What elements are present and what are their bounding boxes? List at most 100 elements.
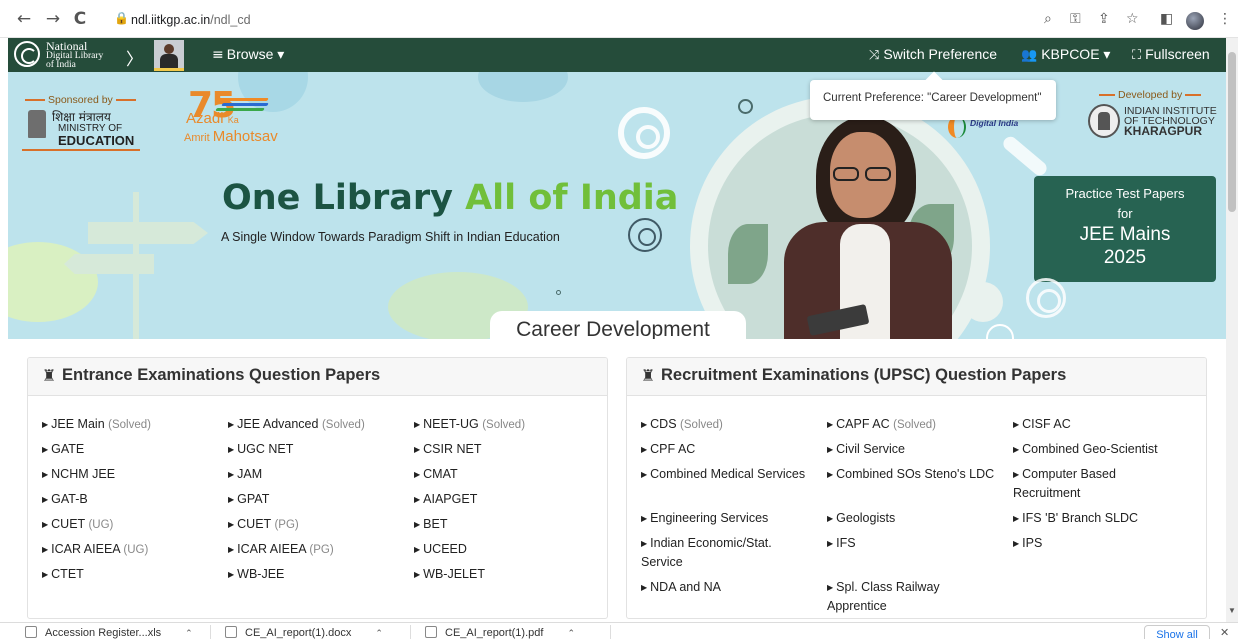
exam-link[interactable]: ▶ NDA and NA <box>641 578 819 597</box>
exam-label: CTET <box>51 567 84 581</box>
caret-right-icon: ▶ <box>1013 470 1020 479</box>
exam-link[interactable]: ▶ Engineering Services <box>641 509 819 528</box>
exam-link[interactable]: ▶ IFS 'B' Branch SLDC <box>1013 509 1191 528</box>
forward-icon[interactable]: → <box>43 9 63 29</box>
ndl-logo-text[interactable]: National Digital Library of India <box>46 40 103 70</box>
star-icon[interactable]: ☆ <box>1126 11 1139 27</box>
exam-link[interactable]: ▶ CUET (PG) <box>228 515 406 535</box>
caret-right-icon: ▶ <box>641 470 648 479</box>
exam-link[interactable]: ▶ CSIR NET <box>414 440 592 459</box>
exam-note: (Solved) <box>321 419 365 431</box>
user-menu[interactable]: 👥 KBPCOE ▾ <box>1021 46 1110 63</box>
address-bar[interactable]: 🔒 ndl.iitkgp.ac.in/ndl_cd <box>100 8 1120 32</box>
exam-link[interactable]: ▶ UCEED <box>414 540 592 559</box>
caret-right-icon: ▶ <box>42 470 49 479</box>
exam-link[interactable]: ▶ UGC NET <box>228 440 406 459</box>
sponsored-by-label: Sponsored by <box>22 94 139 106</box>
chevron-up-icon[interactable]: ⌃ <box>185 629 193 639</box>
site-navbar: National Digital Library of India 〉 ≡ Bro… <box>8 38 1226 72</box>
scrollbar-thumb[interactable] <box>1228 52 1236 212</box>
zoom-icon[interactable]: ⌕ <box>1044 11 1052 27</box>
lock-icon[interactable]: 🔒 <box>114 11 129 25</box>
exam-link[interactable]: ▶ CUET (UG) <box>42 515 220 535</box>
exam-label: GATE <box>51 442 85 456</box>
exam-link[interactable]: ▶ Geologists <box>827 509 1005 528</box>
page-scrollbar[interactable]: ▼ <box>1226 38 1238 622</box>
download-item[interactable]: CE_AI_report(1).pdf ⌃ <box>425 626 575 639</box>
download-item[interactable]: CE_AI_report(1).docx ⌃ <box>225 626 383 639</box>
exam-link[interactable]: ▶ Civil Service <box>827 440 1005 459</box>
exam-label: AIAPGET <box>423 492 478 506</box>
exam-link[interactable]: ▶ WB-JEE <box>228 565 406 584</box>
chevron-up-icon[interactable]: ⌃ <box>375 629 383 639</box>
url-text[interactable]: ndl.iitkgp.ac.in/ndl_cd <box>131 13 251 27</box>
caret-right-icon: ▶ <box>827 470 834 479</box>
reload-icon[interactable]: C <box>70 9 90 29</box>
divider <box>610 625 611 639</box>
exam-label: CPF AC <box>650 442 696 456</box>
exam-link[interactable]: ▶ CMAT <box>414 465 592 484</box>
download-item[interactable]: Accession Register...xls ⌃ <box>25 626 193 639</box>
practice-card-line-4: 2025 <box>1103 247 1147 268</box>
chevron-right-icon[interactable]: 〉 <box>126 45 143 70</box>
exam-link[interactable]: ▶ GPAT <box>228 490 406 509</box>
exam-link[interactable]: ▶ Computer Based Recruitment <box>1013 465 1191 503</box>
exam-link[interactable]: ▶ Indian Economic/Stat. Service <box>641 534 819 572</box>
exam-link[interactable]: ▶ CTET <box>42 565 220 584</box>
switch-preference-button[interactable]: ⤨ Switch Preference <box>869 46 997 63</box>
show-all-button[interactable]: Show all <box>1144 625 1210 639</box>
exam-label: IPS <box>1022 536 1043 550</box>
exam-link[interactable]: ▶ GAT-B <box>42 490 220 509</box>
exam-link[interactable]: ▶ BET <box>414 515 592 534</box>
exam-link[interactable]: ▶ JAM <box>228 465 406 484</box>
exam-link[interactable]: ▶ JEE Advanced (Solved) <box>228 415 406 435</box>
caret-right-icon: ▶ <box>827 445 834 454</box>
practice-papers-card[interactable]: Practice Test Papers for JEE Mains 2025 <box>1034 176 1216 282</box>
exam-label: CSIR NET <box>423 442 482 456</box>
exam-note: (UG) <box>123 544 149 556</box>
close-icon[interactable]: ✕ <box>1220 626 1229 639</box>
ndl-logo-icon[interactable] <box>14 41 40 67</box>
mascot-image[interactable] <box>154 40 184 71</box>
caret-right-icon: ▶ <box>42 495 49 504</box>
caret-right-icon: ▶ <box>827 583 834 592</box>
exam-link[interactable]: ▶ CDS (Solved) <box>641 415 819 435</box>
fullscreen-button[interactable]: ⛶ Fullscreen <box>1132 46 1210 63</box>
exam-link[interactable]: ▶ NEET-UG (Solved) <box>414 415 592 435</box>
download-filename: Accession Register...xls <box>45 627 162 639</box>
exam-link[interactable]: ▶ ICAR AIEEA (UG) <box>42 540 220 560</box>
exam-label: IFS 'B' Branch SLDC <box>1022 511 1139 525</box>
back-icon[interactable]: ← <box>14 9 34 29</box>
share-icon[interactable]: ⇪ <box>1098 11 1110 27</box>
exam-link[interactable]: ▶ AIAPGET <box>414 490 592 509</box>
exam-link[interactable]: ▶ CAPF AC (Solved) <box>827 415 1005 435</box>
chevron-up-icon[interactable]: ⌃ <box>567 629 575 639</box>
exam-link[interactable]: ▶ Spl. Class Railway Apprentice <box>827 578 1005 616</box>
menu-icon[interactable]: ⋮ <box>1218 11 1232 27</box>
browse-menu[interactable]: ≡ Browse ▾ <box>212 46 284 63</box>
iit-kgp-emblem-icon <box>1088 104 1120 138</box>
exam-link[interactable]: ▶ ICAR AIEEA (PG) <box>228 540 406 560</box>
exam-link[interactable]: ▶ Combined Geo-Scientist <box>1013 440 1191 459</box>
side-panel-icon[interactable]: ◧ <box>1160 11 1173 27</box>
exam-link[interactable]: ▶ CISF AC <box>1013 415 1191 434</box>
browser-toolbar: ← → C 🔒 ndl.iitkgp.ac.in/ndl_cd ⌕ ⚿ ⇪ ☆ … <box>0 0 1238 38</box>
exam-note: (PG) <box>274 519 299 531</box>
scroll-down-icon[interactable]: ▼ <box>1228 606 1236 615</box>
exam-link[interactable]: ▶ WB-JELET <box>414 565 592 584</box>
exam-link[interactable]: ▶ Combined SOs Steno's LDC <box>827 465 1005 484</box>
key-icon[interactable]: ⚿ <box>1070 11 1081 27</box>
hamburger-icon: ≡ <box>212 47 224 63</box>
exam-label: CAPF AC <box>836 417 890 431</box>
profile-avatar[interactable] <box>1186 12 1204 30</box>
exam-link[interactable]: ▶ IFS <box>827 534 1005 553</box>
download-filename: CE_AI_report(1).docx <box>245 627 352 639</box>
exam-link[interactable]: ▶ CPF AC <box>641 440 819 459</box>
exam-link[interactable]: ▶ Combined Medical Services <box>641 465 819 484</box>
exam-link[interactable]: ▶ GATE <box>42 440 220 459</box>
exam-link[interactable]: ▶ NCHM JEE <box>42 465 220 484</box>
panel-header: ♜ Recruitment Examinations (UPSC) Questi… <box>627 358 1206 396</box>
caret-right-icon: ▶ <box>414 545 421 554</box>
exam-link[interactable]: ▶ IPS <box>1013 534 1191 553</box>
exam-link[interactable]: ▶ JEE Main (Solved) <box>42 415 220 435</box>
